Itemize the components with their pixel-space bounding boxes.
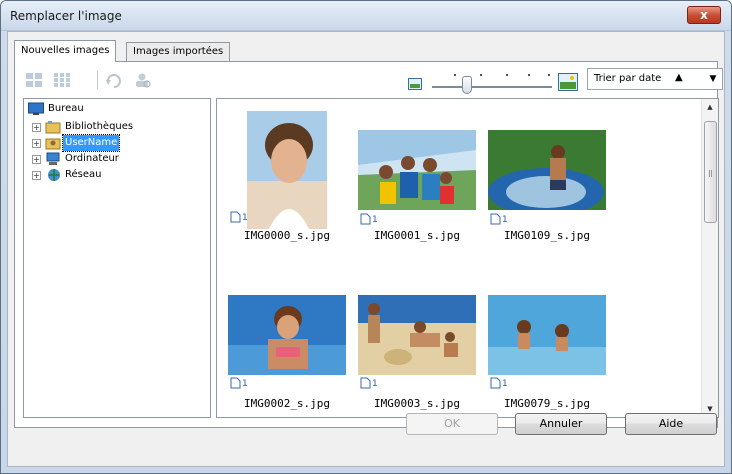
photo-family-tree [358, 130, 476, 210]
cancel-button[interactable]: Annuler [515, 413, 607, 435]
thumbnail-filename: IMG0003_s.jpg [373, 397, 461, 410]
computer-icon [46, 152, 60, 165]
folder-tree: Bureau + Bibliothèques + UserName + Ordi… [23, 98, 211, 418]
document-count-icon [490, 377, 501, 389]
slider-tick [454, 74, 456, 76]
sort-dropdown[interactable]: Trier par date ▲ ▼ [587, 68, 723, 90]
photo-boy-surfboard [488, 130, 606, 210]
scrollbar-thumb[interactable] [704, 121, 717, 223]
slider-tick [506, 74, 508, 76]
usage-count: 1 [490, 377, 520, 391]
slider-tick [480, 74, 482, 76]
image-gallery: 1 IMG0000_s.jpg 1 IMG0001_s.jpg 1 IMG010… [216, 98, 719, 418]
thumbnail-img0003[interactable] [358, 295, 476, 375]
usage-count-value: 1 [372, 379, 378, 389]
rotate-icon[interactable] [105, 72, 123, 88]
expand-icon[interactable]: + [32, 171, 41, 180]
scroll-up-icon[interactable]: ▲ [702, 99, 718, 115]
photo-sandcastle [358, 295, 476, 375]
dialog-title: Remplacer l'image [10, 9, 122, 23]
photo-girls-water [488, 295, 606, 375]
thumbnail-img0002[interactable] [228, 295, 346, 375]
desktop-icon [28, 102, 44, 115]
tree-item-label-selected: UserName [61, 134, 121, 152]
usage-count: 1 [230, 377, 260, 391]
slider-track[interactable] [432, 86, 552, 88]
library-icon [45, 121, 61, 134]
network-icon [48, 169, 60, 181]
thumbnail-img0109[interactable] [488, 130, 606, 210]
title-bar: Remplacer l'image x [1, 1, 731, 31]
user-folder-icon [45, 138, 61, 150]
usage-count-value: 1 [502, 379, 508, 389]
view-grid-icon[interactable] [53, 72, 71, 88]
small-image-icon [408, 78, 422, 90]
tree-item-label: Bureau [48, 103, 84, 114]
expand-icon[interactable]: + [32, 155, 41, 164]
thumbnail-filename: IMG0079_s.jpg [503, 397, 591, 410]
thumbnail-img0079[interactable] [488, 295, 606, 375]
sort-label: Trier par date [594, 73, 662, 84]
tree-item-label: Ordinateur [65, 153, 119, 164]
document-count-icon [490, 213, 501, 225]
document-count-icon [360, 213, 371, 225]
document-count-icon [230, 211, 241, 223]
ok-button[interactable]: OK [406, 413, 498, 435]
usage-count: 1 [490, 213, 520, 227]
thumbnail-filename: IMG0109_s.jpg [503, 229, 591, 242]
usage-count: 1 [360, 377, 390, 391]
usage-count: 1 [230, 211, 260, 225]
tab-panel: Trier par date ▲ ▼ Bureau + Bibliothèque… [14, 61, 723, 428]
gallery-scrollbar[interactable]: ▲ ▼ [701, 99, 718, 417]
expand-icon[interactable]: + [32, 139, 41, 148]
usage-count-value: 1 [372, 215, 378, 225]
help-button[interactable]: Aide [625, 413, 717, 435]
thumbnail-filename: IMG0002_s.jpg [243, 397, 331, 410]
tree-item-label: Bibliothèques [65, 121, 134, 132]
tab-new-images[interactable]: Nouvelles images [14, 40, 117, 62]
toolbar-separator [97, 71, 98, 89]
usage-count-value: 1 [242, 213, 248, 223]
usage-count-value: 1 [242, 379, 248, 389]
sort-direction-icon[interactable]: ▲ [675, 72, 683, 83]
document-count-icon [360, 377, 371, 389]
document-count-icon [230, 377, 241, 389]
large-image-icon [558, 73, 578, 91]
usage-count: 1 [360, 213, 390, 227]
slider-tick [528, 74, 530, 76]
slider-tick [548, 74, 550, 76]
thumbnail-size-slider[interactable] [408, 68, 578, 94]
chevron-down-icon[interactable]: ▼ [704, 69, 722, 89]
replace-image-dialog: Remplacer l'image x Nouvelles images Ima… [0, 0, 732, 474]
tree-item-label: Réseau [65, 169, 102, 180]
dialog-body: Nouvelles images Images importées Trier … [7, 31, 725, 467]
expand-icon[interactable]: + [32, 123, 41, 132]
slider-thumb[interactable] [462, 76, 472, 94]
close-button[interactable]: x [687, 6, 721, 24]
thumbnail-img0001[interactable] [358, 130, 476, 210]
tab-imported-images[interactable]: Images importées [126, 42, 231, 61]
person-search-icon[interactable] [133, 72, 151, 88]
thumbnail-filename: IMG0001_s.jpg [373, 229, 461, 242]
thumbnail-filename: IMG0000_s.jpg [243, 229, 331, 242]
grip-icon [709, 170, 712, 177]
view-large-icon[interactable] [25, 72, 43, 88]
usage-count-value: 1 [502, 215, 508, 225]
photo-girl-beach [228, 295, 346, 375]
